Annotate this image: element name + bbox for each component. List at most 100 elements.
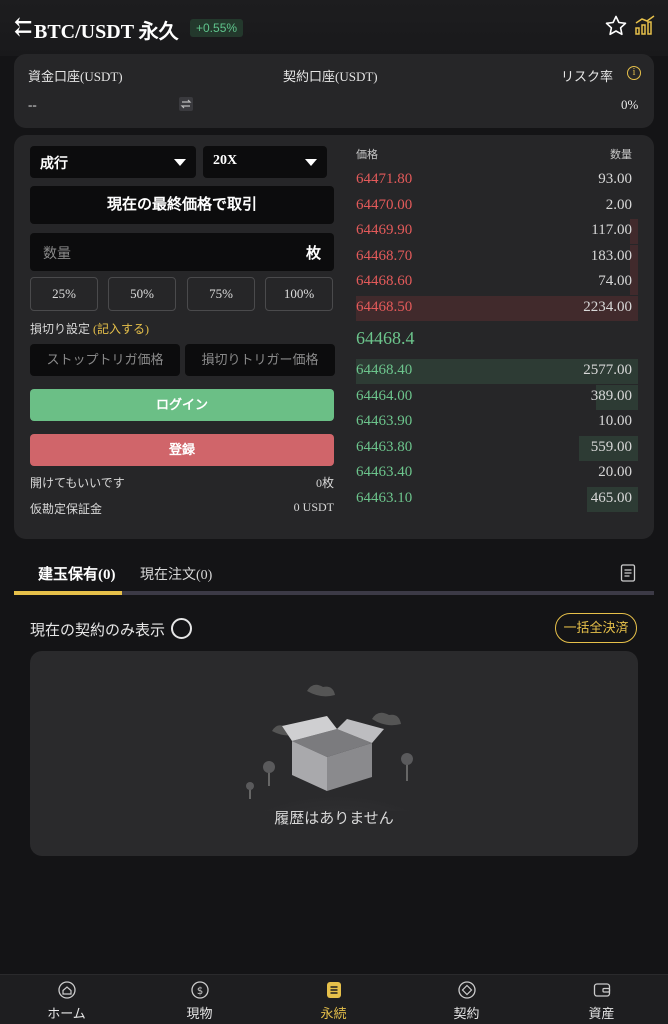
ask-price: 64468.70 (356, 247, 413, 264)
nav-perpetual-label: 永続 (320, 1006, 347, 1021)
bid-price: 64463.10 (356, 490, 413, 506)
login-button[interactable]: ログイン (30, 389, 334, 421)
contract-account-label: 契約口座(USDT) (283, 69, 378, 84)
chart-icon[interactable] (634, 14, 656, 36)
nav-assets-label: 資産 (588, 1006, 615, 1021)
register-button[interactable]: 登録 (30, 434, 334, 466)
stoploss-trigger-input[interactable]: 損切りトリガー価格 (185, 344, 335, 376)
bid-price: 64464.00 (356, 387, 413, 404)
percent-25-button[interactable]: 25% (30, 277, 98, 311)
bid-qty: 10.00 (598, 413, 632, 430)
ask-qty: 93.00 (598, 171, 632, 187)
ask-qty: 117.00 (591, 222, 632, 239)
margin-value: 0 USDT (293, 500, 334, 514)
percent-50-button[interactable]: 50% (108, 277, 176, 311)
stoploss-label: 損切り設定 (記入する) (30, 320, 149, 337)
openable-value: 0枚 (315, 476, 334, 490)
order-type-value: 成行 (40, 157, 68, 172)
quantity-input[interactable]: 数量 枚 (30, 233, 334, 271)
empty-state: 履歴はありません (30, 651, 638, 856)
leverage-value: 20X (213, 153, 238, 168)
tab-positions[interactable]: 建玉保有(0) (38, 563, 116, 584)
ask-row[interactable]: 64469.90 117.00 (356, 219, 638, 245)
ask-price: 64469.90 (356, 222, 413, 239)
tab-open-orders[interactable]: 現在注文(0) (140, 564, 212, 584)
ask-price: 64471.80 (356, 171, 413, 187)
ask-qty: 74.00 (598, 273, 632, 290)
fund-account-label: 資金口座(USDT) (28, 69, 123, 84)
tab-active-indicator (14, 591, 122, 595)
stoploss-text: 損切り設定 (30, 322, 91, 336)
ask-price: 64468.60 (356, 273, 413, 290)
price-change-badge: +0.55% (190, 19, 244, 37)
risk-rate-value: 0% (621, 97, 639, 112)
chevron-down-icon (174, 159, 186, 166)
bid-row[interactable]: 64463.90 10.00 (356, 410, 638, 435)
last-price: 64468.4 (356, 328, 415, 348)
svg-text:$: $ (197, 986, 203, 997)
ask-row[interactable]: 64468.70 183.00 (356, 244, 638, 270)
nav-assets[interactable]: 資産 (535, 975, 668, 1024)
contract-icon (458, 981, 476, 999)
bid-price: 64468.40 (356, 362, 413, 378)
market-price-button[interactable]: 現在の最終価格で取引 (30, 186, 334, 224)
bid-price: 64463.90 (356, 413, 413, 430)
percent-100-button[interactable]: 100% (265, 277, 333, 311)
empty-box-illustration (237, 684, 437, 811)
openable-label: 開けてもいいです (30, 476, 125, 490)
bid-row[interactable]: 64468.40 2577.00 (356, 359, 638, 384)
margin-label: 仮勘定保証金 (30, 502, 103, 516)
ask-qty: 183.00 (590, 247, 632, 264)
risk-rate-label: リスク率 (561, 69, 614, 84)
orderbook-qty-header: 数量 (610, 149, 632, 161)
wallet-icon (593, 983, 611, 997)
info-icon[interactable]: i (627, 66, 641, 80)
ask-row[interactable]: 64470.00 2.00 (356, 194, 638, 219)
ask-qty: 2234.00 (583, 299, 632, 315)
nav-spot[interactable]: $ 現物 (133, 975, 266, 1024)
nav-spot-label: 現物 (186, 1006, 213, 1021)
nav-perpetual[interactable]: 永続 (267, 975, 400, 1024)
close-all-button[interactable]: 一括全決済 (555, 613, 637, 643)
fund-account-value: -- (28, 97, 37, 112)
bid-row[interactable]: 64463.40 20.00 (356, 461, 638, 486)
chevron-down-icon (305, 159, 317, 166)
nav-home[interactable]: ホーム (0, 975, 133, 1024)
bid-qty: 465.00 (590, 490, 632, 506)
percent-75-button[interactable]: 75% (187, 277, 255, 311)
filter-radio[interactable] (171, 618, 192, 639)
ask-price: 64468.50 (356, 299, 413, 315)
pair-title[interactable]: BTC/USDT 永久 (34, 15, 179, 44)
quantity-unit: 枚 (305, 246, 321, 262)
bid-qty: 559.00 (590, 438, 632, 455)
order-type-select[interactable]: 成行 (30, 146, 196, 178)
order-history-icon[interactable] (620, 564, 636, 582)
ask-row[interactable]: 64471.80 93.00 (356, 168, 638, 193)
ask-qty: 2.00 (605, 196, 632, 213)
bid-row[interactable]: 64464.00 389.00 (356, 384, 638, 410)
nav-contract[interactable]: 契約 (400, 975, 533, 1024)
coin-icon: $ (191, 981, 209, 999)
orderbook-price-header: 価格 (356, 149, 378, 161)
bid-qty: 20.00 (598, 464, 632, 481)
ask-row[interactable]: 64468.50 2234.00 (356, 296, 638, 321)
bid-row[interactable]: 64463.80 559.00 (356, 435, 638, 461)
nav-contract-label: 契約 (453, 1006, 480, 1021)
leverage-select[interactable]: 20X (203, 146, 327, 178)
bid-row[interactable]: 64463.10 465.00 (356, 487, 638, 512)
back-arrow-icon[interactable]: ⇇ (14, 16, 32, 38)
bid-price: 64463.40 (356, 464, 413, 481)
stoploss-link[interactable]: (記入する) (93, 322, 149, 336)
current-contract-filter-label: 現在の契約のみ表示 (30, 623, 166, 639)
star-icon[interactable] (604, 14, 628, 38)
ask-row[interactable]: 64468.60 74.00 (356, 270, 638, 296)
quantity-placeholder: 数量 (43, 247, 71, 262)
bid-price: 64463.80 (356, 438, 413, 455)
bid-qty: 389.00 (590, 387, 632, 404)
document-icon (327, 982, 341, 998)
bottom-nav: ホーム $ 現物 永続 契約 資産 (0, 974, 668, 1024)
stop-trigger-input[interactable]: ストップトリガ価格 (30, 344, 180, 376)
home-icon (58, 981, 76, 999)
transfer-icon[interactable] (179, 97, 193, 111)
empty-text: 履歴はありません (274, 811, 394, 827)
